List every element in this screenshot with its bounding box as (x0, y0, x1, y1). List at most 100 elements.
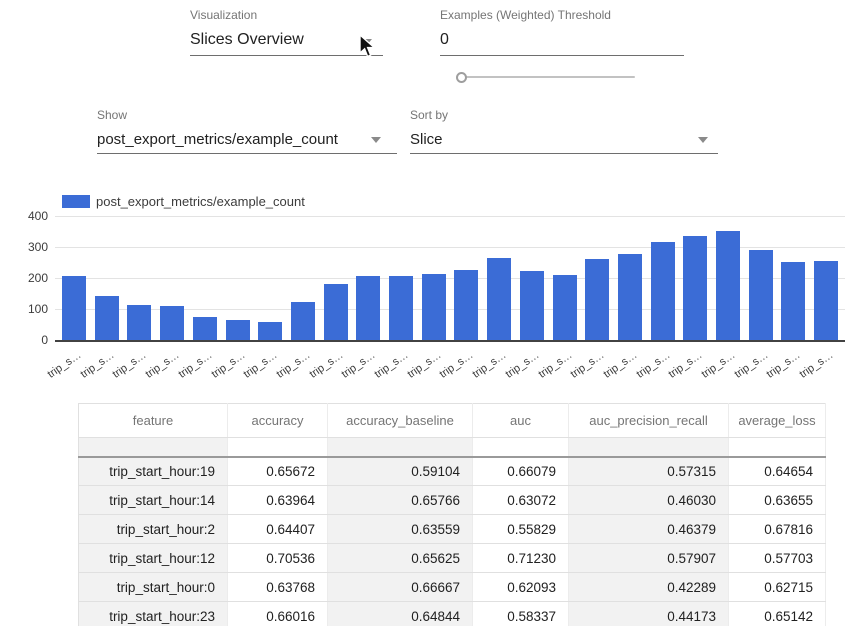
bar[interactable] (749, 250, 773, 340)
x-axis-line (55, 340, 845, 342)
bar[interactable] (95, 296, 119, 340)
chevron-down-icon[interactable] (698, 137, 708, 143)
table-row[interactable]: trip_start_hour:120.705360.656250.712300… (79, 544, 826, 573)
chevron-down-icon[interactable] (371, 137, 381, 143)
metric-value-cell: 0.42289 (569, 573, 729, 602)
show-value: post_export_metrics/example_count (97, 131, 397, 148)
metric-value-cell: 0.66016 (228, 602, 328, 626)
bar[interactable] (553, 275, 577, 340)
metric-value-cell: 0.55829 (473, 515, 569, 544)
sort-by-value: Slice (410, 131, 718, 148)
column-header-auc_precision_recall[interactable]: auc_precision_recall (569, 404, 729, 438)
bar[interactable] (683, 236, 707, 340)
feature-cell: trip_start_hour:0 (79, 573, 228, 602)
legend-label: post_export_metrics/example_count (96, 194, 305, 209)
table-row[interactable]: trip_start_hour:190.656720.591040.660790… (79, 457, 826, 486)
field-underline (190, 55, 383, 56)
column-header-feature[interactable]: feature (79, 404, 228, 438)
metric-value-cell: 0.46030 (569, 486, 729, 515)
filter-cell (473, 438, 569, 457)
visualization-select[interactable]: Visualization Slices Overview (190, 8, 383, 49)
threshold-label: Examples (Weighted) Threshold (440, 8, 684, 22)
metric-value-cell: 0.62093 (473, 573, 569, 602)
metric-value-cell: 0.59104 (328, 457, 473, 486)
y-axis-tick-label: 0 (8, 333, 48, 347)
metric-value-cell: 0.65625 (328, 544, 473, 573)
bar[interactable] (520, 271, 544, 340)
field-underline (97, 153, 397, 154)
sort-by-select[interactable]: Sort by Slice (410, 108, 718, 148)
metric-value-cell: 0.65142 (729, 602, 826, 626)
filter-cell (79, 438, 228, 457)
metric-value-cell: 0.63559 (328, 515, 473, 544)
show-select[interactable]: Show post_export_metrics/example_count (97, 108, 397, 148)
metric-value-cell: 0.66667 (328, 573, 473, 602)
bar[interactable] (781, 262, 805, 340)
bar[interactable] (618, 254, 642, 340)
feature-cell: trip_start_hour:2 (79, 515, 228, 544)
table-row[interactable]: trip_start_hour:20.644070.635590.558290.… (79, 515, 826, 544)
chart-legend: post_export_metrics/example_count (62, 194, 305, 209)
column-header-accuracy_baseline[interactable]: accuracy_baseline (328, 404, 473, 438)
bar[interactable] (389, 276, 413, 340)
bar[interactable] (814, 261, 838, 340)
table-row[interactable]: trip_start_hour:00.637680.666670.620930.… (79, 573, 826, 602)
metric-value-cell: 0.57315 (569, 457, 729, 486)
tfma-slicing-metrics-view: Visualization Slices Overview Examples (… (0, 0, 863, 626)
table-body: trip_start_hour:190.656720.591040.660790… (79, 438, 826, 626)
filter-cell (729, 438, 826, 457)
field-underline (440, 55, 684, 56)
gridline (55, 216, 845, 217)
metric-value-cell: 0.58337 (473, 602, 569, 626)
column-header-average_loss[interactable]: average_loss (729, 404, 826, 438)
bar[interactable] (487, 258, 511, 340)
feature-cell: trip_start_hour:19 (79, 457, 228, 486)
bar[interactable] (226, 320, 250, 340)
bar[interactable] (585, 259, 609, 340)
metric-value-cell: 0.71230 (473, 544, 569, 573)
bar[interactable] (160, 306, 184, 340)
bar[interactable] (62, 276, 86, 340)
table-row[interactable]: trip_start_hour:230.660160.648440.583370… (79, 602, 826, 626)
threshold-input[interactable]: Examples (Weighted) Threshold 0 (440, 8, 684, 49)
bar[interactable] (193, 317, 217, 340)
bar[interactable] (651, 242, 675, 340)
bar[interactable] (716, 231, 740, 340)
metric-value-cell: 0.64407 (228, 515, 328, 544)
y-axis-tick-label: 100 (8, 302, 48, 316)
metric-value-cell: 0.63072 (473, 486, 569, 515)
mouse-cursor-icon (358, 34, 377, 59)
y-axis-tick-label: 300 (8, 240, 48, 254)
metric-value-cell: 0.64844 (328, 602, 473, 626)
metric-value-cell: 0.66079 (473, 457, 569, 486)
metric-value-cell: 0.57907 (569, 544, 729, 573)
bar[interactable] (356, 276, 380, 340)
column-header-accuracy[interactable]: accuracy (228, 404, 328, 438)
field-underline (410, 153, 718, 154)
bar[interactable] (291, 302, 315, 340)
bar[interactable] (422, 274, 446, 340)
metric-value-cell: 0.63964 (228, 486, 328, 515)
bar[interactable] (324, 284, 348, 340)
metric-value-cell: 0.63768 (228, 573, 328, 602)
show-label: Show (97, 108, 397, 122)
feature-cell: trip_start_hour:12 (79, 544, 228, 573)
column-header-auc[interactable]: auc (473, 404, 569, 438)
metric-value-cell: 0.57703 (729, 544, 826, 573)
bar[interactable] (454, 270, 478, 340)
slider-thumb[interactable] (456, 72, 467, 83)
threshold-slider[interactable] (450, 70, 635, 86)
metric-value-cell: 0.63655 (729, 486, 826, 515)
metric-value-cell: 0.44173 (569, 602, 729, 626)
bar[interactable] (127, 305, 151, 340)
metric-value-cell: 0.46379 (569, 515, 729, 544)
sort-by-label: Sort by (410, 108, 718, 122)
y-axis-tick-label: 400 (8, 209, 48, 223)
bar[interactable] (258, 322, 282, 340)
metric-value-cell: 0.64654 (729, 457, 826, 486)
metric-value-cell: 0.65766 (328, 486, 473, 515)
slider-track[interactable] (462, 76, 635, 78)
filter-cell (328, 438, 473, 457)
table-row[interactable]: trip_start_hour:140.639640.657660.630720… (79, 486, 826, 515)
filter-cell (569, 438, 729, 457)
